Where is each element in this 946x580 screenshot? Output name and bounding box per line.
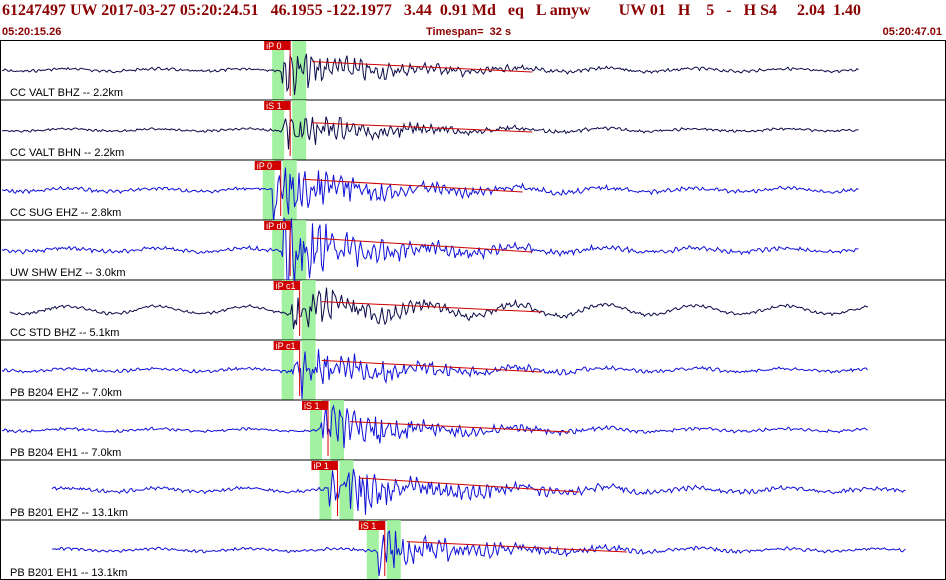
pick-label: iP 0 — [257, 161, 272, 171]
pick-label: iP 1 — [313, 461, 328, 471]
waveform-trace — [1, 167, 859, 221]
station-label: CC VALT BHN -- 2.2km — [10, 147, 124, 159]
coda-line — [349, 421, 571, 433]
station-label: CC VALT BHZ -- 2.2km — [10, 87, 123, 99]
pick-label: iS 1 — [266, 101, 282, 111]
pick-label: iS 1 — [361, 521, 377, 531]
coda-line — [312, 61, 533, 73]
station-label: PB B201 EH1 -- 13.1km — [10, 567, 127, 579]
pick-label: iP c1 — [276, 341, 296, 351]
station-label: CC SUG EHZ -- 2.8km — [10, 207, 121, 219]
station-label: PB B204 EH1 -- 7.0km — [10, 447, 121, 459]
waveform-trace — [1, 404, 868, 449]
waveform-trace — [1, 116, 859, 150]
waveform-trace — [51, 468, 906, 515]
coda-line — [406, 541, 627, 553]
waveform-trace — [1, 53, 859, 96]
seismogram-plot: iP 0 CC VALT BHZ -- 2.2km iS 1 CC VALT BHN … — [0, 40, 946, 580]
plot-frame — [0, 40, 946, 580]
pick-label: iS 1 — [304, 401, 320, 411]
waveform-trace — [51, 529, 906, 576]
station-label: PB B204 EHZ -- 7.0km — [10, 387, 122, 399]
pick-label: iP 0 — [266, 41, 281, 51]
waveform-trace — [9, 287, 869, 330]
station-label: CC STD BHZ -- 5.1km — [10, 327, 119, 339]
station-label: UW SHW EHZ -- 3.0km — [10, 267, 126, 279]
pick-label: iP c1 — [276, 281, 296, 291]
waveform-trace — [1, 217, 859, 288]
coda-line — [359, 477, 580, 493]
pick-label: iP d0 — [266, 221, 286, 231]
pick-window — [301, 280, 316, 340]
waveform-trace — [1, 349, 868, 400]
station-label: PB B201 EHZ -- 13.1km — [10, 507, 128, 519]
coda-line — [321, 359, 542, 373]
